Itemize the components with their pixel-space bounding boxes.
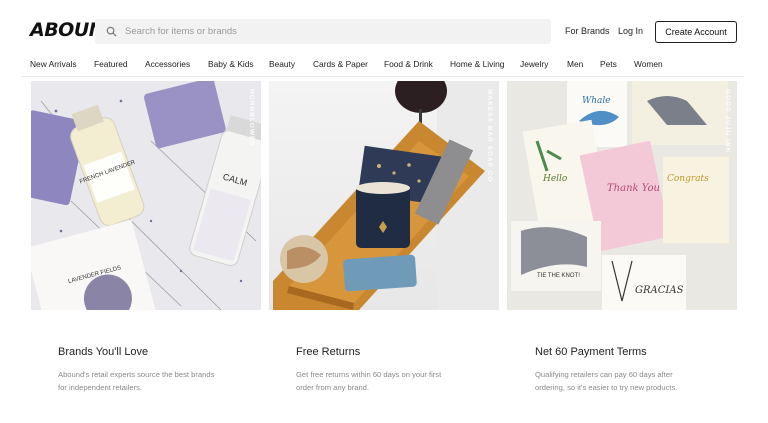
category-men[interactable]: Men bbox=[567, 59, 583, 69]
brand-tile-cards[interactable]: Whale Hello Thank You Congrats TIE THE K… bbox=[507, 81, 737, 310]
nav-divider bbox=[22, 76, 744, 77]
category-pets[interactable]: Pets bbox=[600, 59, 617, 69]
feature-brands: Brands You'll Love Abound's retail exper… bbox=[58, 346, 258, 394]
feature-line-1: Qualifying retailers can pay 60 days aft… bbox=[535, 370, 673, 379]
gracias-card-text: GRACIAS bbox=[635, 285, 684, 296]
feature-net60: Net 60 Payment Terms Qualifying retailer… bbox=[535, 346, 735, 394]
category-beauty[interactable]: Beauty bbox=[269, 59, 295, 69]
search-input[interactable] bbox=[125, 26, 525, 37]
category-new-arrivals[interactable]: New Arrivals bbox=[30, 59, 77, 69]
bath-caddy-image bbox=[269, 81, 499, 310]
category-jewelry[interactable]: Jewelry bbox=[520, 59, 548, 69]
brand-tile-bath[interactable]: MAKESA BAR SOAP CO bbox=[269, 81, 499, 310]
feature-line-1: Get free returns within 60 days on your … bbox=[296, 370, 442, 379]
hello-card-text: Hello bbox=[542, 174, 568, 184]
category-food-drink[interactable]: Food & Drink bbox=[384, 59, 433, 69]
tile-brand-label: HORNBLOWER bbox=[248, 89, 255, 148]
whale-card-text: Whale bbox=[582, 96, 611, 106]
feature-line-1: Abound's retail experts source the best … bbox=[58, 370, 215, 379]
category-baby-kids[interactable]: Baby & Kids bbox=[208, 59, 254, 69]
for-brands-link[interactable]: For Brands bbox=[565, 26, 610, 36]
category-home-living[interactable]: Home & Living bbox=[450, 59, 504, 69]
feature-line-2: ordering, so it's easier to try new prod… bbox=[535, 383, 678, 392]
thank-you-card-text: Thank You bbox=[607, 183, 660, 194]
tile-brand-label: MAKESA BAR SOAP CO bbox=[486, 89, 493, 183]
feature-title: Net 60 Payment Terms bbox=[535, 346, 647, 358]
category-featured[interactable]: Featured bbox=[94, 59, 128, 69]
feature-title: Brands You'll Love bbox=[58, 346, 149, 358]
category-nav: New Arrivals Featured Accessories Baby &… bbox=[0, 55, 768, 77]
congrats-card-text: Congrats bbox=[667, 174, 709, 184]
greeting-cards-image: Whale Hello Thank You Congrats TIE THE K… bbox=[507, 81, 737, 310]
category-accessories[interactable]: Accessories bbox=[145, 59, 190, 69]
feature-title: Free Returns bbox=[296, 346, 361, 358]
create-account-button[interactable]: Create Account bbox=[655, 21, 737, 43]
lavender-products-image: FRENCH LAVENDER CALM LAVENDER FIELDS bbox=[31, 81, 261, 310]
feature-returns: Free Returns Get free returns within 60 … bbox=[296, 346, 496, 394]
feature-line-2: for independent retailers. bbox=[58, 383, 143, 392]
brand-tile-lavender[interactable]: FRENCH LAVENDER CALM LAVENDER FIELDS HOR… bbox=[31, 81, 261, 310]
log-in-link[interactable]: Log In bbox=[618, 26, 643, 36]
category-women[interactable]: Women bbox=[634, 59, 663, 69]
search-icon bbox=[104, 25, 118, 39]
tile-brand-label: GOOD JUJU INK bbox=[724, 89, 731, 154]
category-cards-paper[interactable]: Cards & Paper bbox=[313, 59, 368, 69]
search-bar[interactable] bbox=[95, 19, 551, 44]
tie-the-knot-card-text: TIE THE KNOT! bbox=[537, 273, 580, 279]
feature-line-2: order from any brand. bbox=[296, 383, 370, 392]
